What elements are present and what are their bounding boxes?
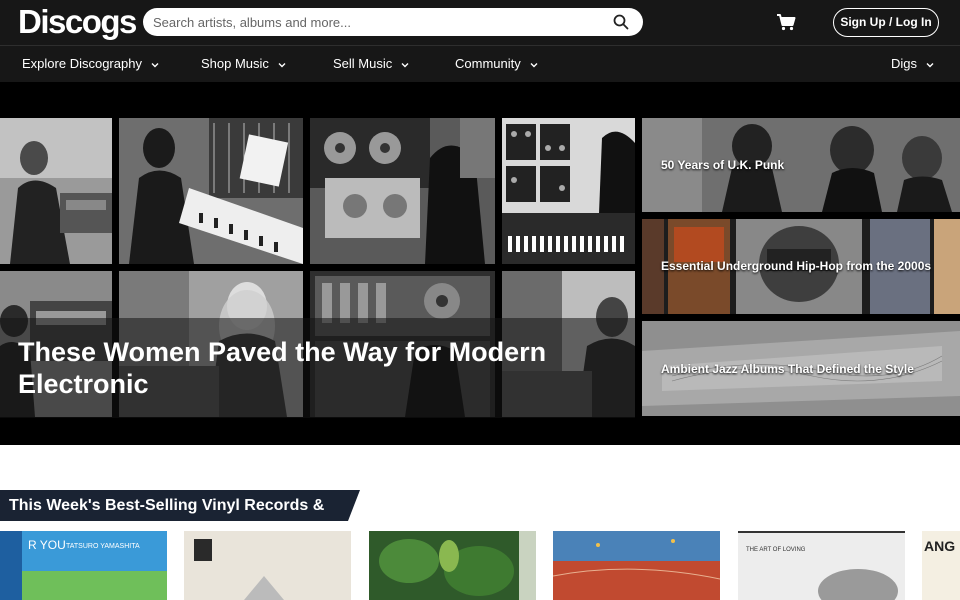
nav-label: Digs xyxy=(891,56,918,71)
main-feature-caption[interactable]: These Women Paved the Way for Modern Ele… xyxy=(0,318,635,418)
feature-label: 50 Years of U.K. Punk xyxy=(661,158,785,172)
discogs-logo[interactable]: Discogs xyxy=(18,3,137,41)
nav-label: Community xyxy=(455,56,521,71)
nav-shop-music[interactable]: Shop Music xyxy=(201,46,287,82)
nav-label: Explore Discography xyxy=(22,56,142,71)
feature-label: Ambient Jazz Albums That Defined the Sty… xyxy=(661,362,914,376)
chevron-down-icon xyxy=(530,62,538,68)
search-icon[interactable] xyxy=(613,14,629,30)
cover-title: R YOU xyxy=(28,538,66,552)
feature-label: Essential Underground Hip-Hop from the 2… xyxy=(661,259,932,273)
record-cover[interactable]: ANG xyxy=(922,531,960,600)
chevron-down-icon xyxy=(151,62,159,68)
search-bar[interactable] xyxy=(143,8,643,36)
signup-login-button[interactable]: Sign Up / Log In xyxy=(833,8,939,37)
nav-community[interactable]: Community xyxy=(455,46,539,82)
archive-photo xyxy=(502,118,635,264)
archive-photo xyxy=(0,118,112,264)
main-feature-title[interactable]: These Women Paved the Way for Modern Ele… xyxy=(18,336,578,400)
main-nav: Explore Discography Shop Music Sell Musi… xyxy=(0,45,960,82)
cover-title: THE ART OF LOVING xyxy=(746,547,806,553)
record-cover[interactable] xyxy=(553,531,720,600)
hero-section: These Women Paved the Way for Modern Ele… xyxy=(0,82,960,445)
top-bar: Discogs Sign Up / Log In xyxy=(0,0,960,45)
record-cover[interactable] xyxy=(184,531,351,600)
nav-explore-discography[interactable]: Explore Discography xyxy=(22,46,160,82)
bestsellers-heading-banner: This Week's Best-Selling Vinyl Records &… xyxy=(0,490,360,545)
record-cover[interactable]: THE ART OF LOVING xyxy=(738,531,905,600)
chevron-down-icon xyxy=(926,62,934,68)
feature-uk-punk[interactable]: 50 Years of U.K. Punk xyxy=(642,118,960,212)
record-cover[interactable]: R YOU TATSURO YAMASHITA xyxy=(0,531,167,600)
cover-subtitle: TATSURO YAMASHITA xyxy=(66,543,140,550)
nav-label: Shop Music xyxy=(201,56,269,71)
chevron-down-icon xyxy=(401,62,409,68)
nav-sell-music[interactable]: Sell Music xyxy=(333,46,410,82)
shopping-cart-icon[interactable] xyxy=(776,12,796,32)
feature-ambient-jazz[interactable]: Ambient Jazz Albums That Defined the Sty… xyxy=(642,321,960,416)
feature-underground-hiphop[interactable]: Essential Underground Hip-Hop from the 2… xyxy=(642,219,960,314)
archive-photo xyxy=(119,118,303,264)
nav-digs[interactable]: Digs xyxy=(891,46,935,82)
nav-label: Sell Music xyxy=(333,56,393,71)
search-input[interactable] xyxy=(153,8,603,36)
chevron-down-icon xyxy=(278,62,286,68)
archive-photo xyxy=(310,118,495,264)
cover-title: ANG xyxy=(924,538,955,554)
bestsellers-row: R YOU TATSURO YAMASHITA THE ART OF LOVIN… xyxy=(0,531,960,600)
record-cover[interactable] xyxy=(369,531,536,600)
